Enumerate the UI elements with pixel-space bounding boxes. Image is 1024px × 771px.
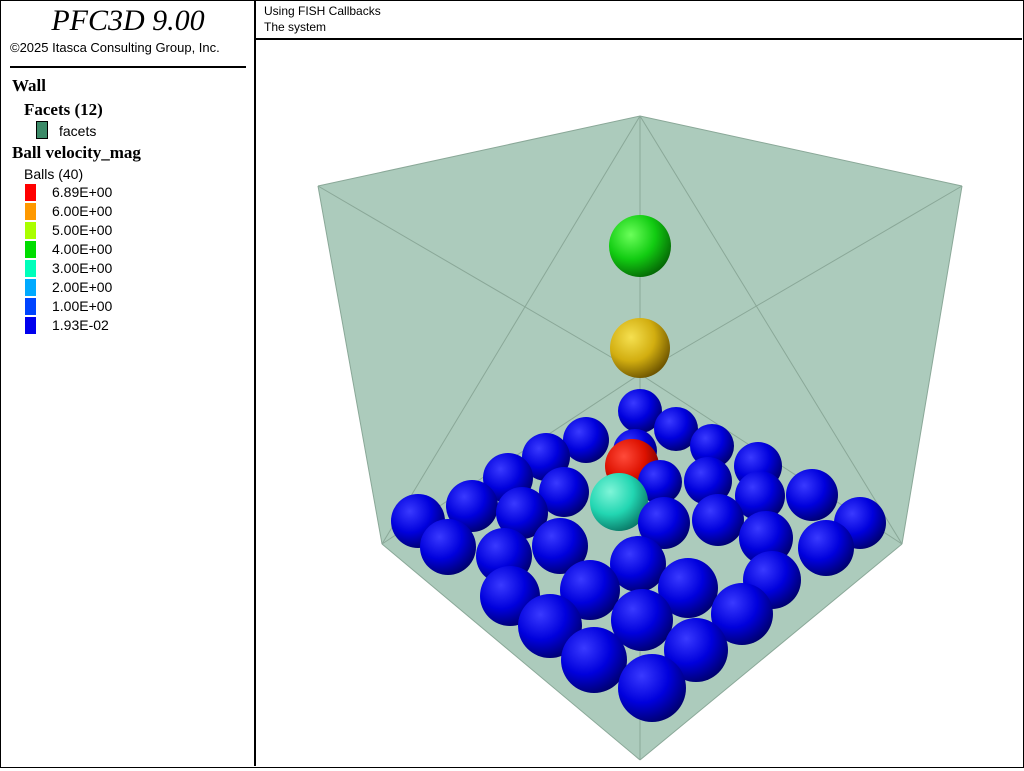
ball-blue: [561, 627, 627, 693]
legend-color-swatch: [25, 298, 36, 315]
legend-value-label: 1.93E-02: [52, 317, 109, 333]
legend-value-label: 6.89E+00: [52, 184, 113, 200]
ball-green: [609, 215, 671, 277]
wall-heading: Wall: [12, 76, 47, 95]
title-divider: [10, 66, 246, 68]
ball-blue: [798, 520, 854, 576]
legend-value-label: 2.00E+00: [52, 279, 113, 295]
legend-value-label: 6.00E+00: [52, 203, 113, 219]
ball-blue: [618, 654, 686, 722]
legend-color-swatch: [25, 260, 36, 277]
legend-color-swatch: [25, 317, 36, 334]
plot-header: Using FISH Callbacks The system: [256, 0, 1022, 40]
facets-heading: Facets (12): [24, 100, 103, 119]
facets-color-swatch: [36, 121, 48, 139]
legend-value-label: 3.00E+00: [52, 260, 113, 276]
legend-color-swatch: [25, 241, 36, 258]
legend-value-label: 5.00E+00: [52, 222, 113, 238]
legend-value-label: 4.00E+00: [52, 241, 113, 257]
legend-color-swatch: [25, 279, 36, 296]
ball-blue: [692, 494, 744, 546]
facets-label: facets: [59, 123, 97, 139]
legend-panel: PFC3D 9.00 ©2025 Itasca Consulting Group…: [0, 0, 256, 766]
plot-subtitle: The system: [264, 20, 327, 34]
ball-velocity-heading: Ball velocity_mag: [12, 143, 141, 162]
app-title: PFC3D 9.00: [51, 4, 205, 37]
balls-count-label: Balls (40): [24, 166, 84, 182]
ball-yellow: [610, 318, 670, 378]
legend-value-label: 1.00E+00: [52, 298, 113, 314]
ball-blue: [420, 519, 476, 575]
plot-title: Using FISH Callbacks: [264, 4, 381, 18]
legend-color-swatch: [25, 203, 36, 220]
legend-color-swatch: [25, 222, 36, 239]
scene-canvas[interactable]: [258, 42, 1022, 766]
legend-color-swatch: [25, 184, 36, 201]
3d-viewport[interactable]: [258, 42, 1022, 766]
copyright-text: ©2025 Itasca Consulting Group, Inc.: [10, 40, 220, 55]
ball-blue: [786, 469, 838, 521]
